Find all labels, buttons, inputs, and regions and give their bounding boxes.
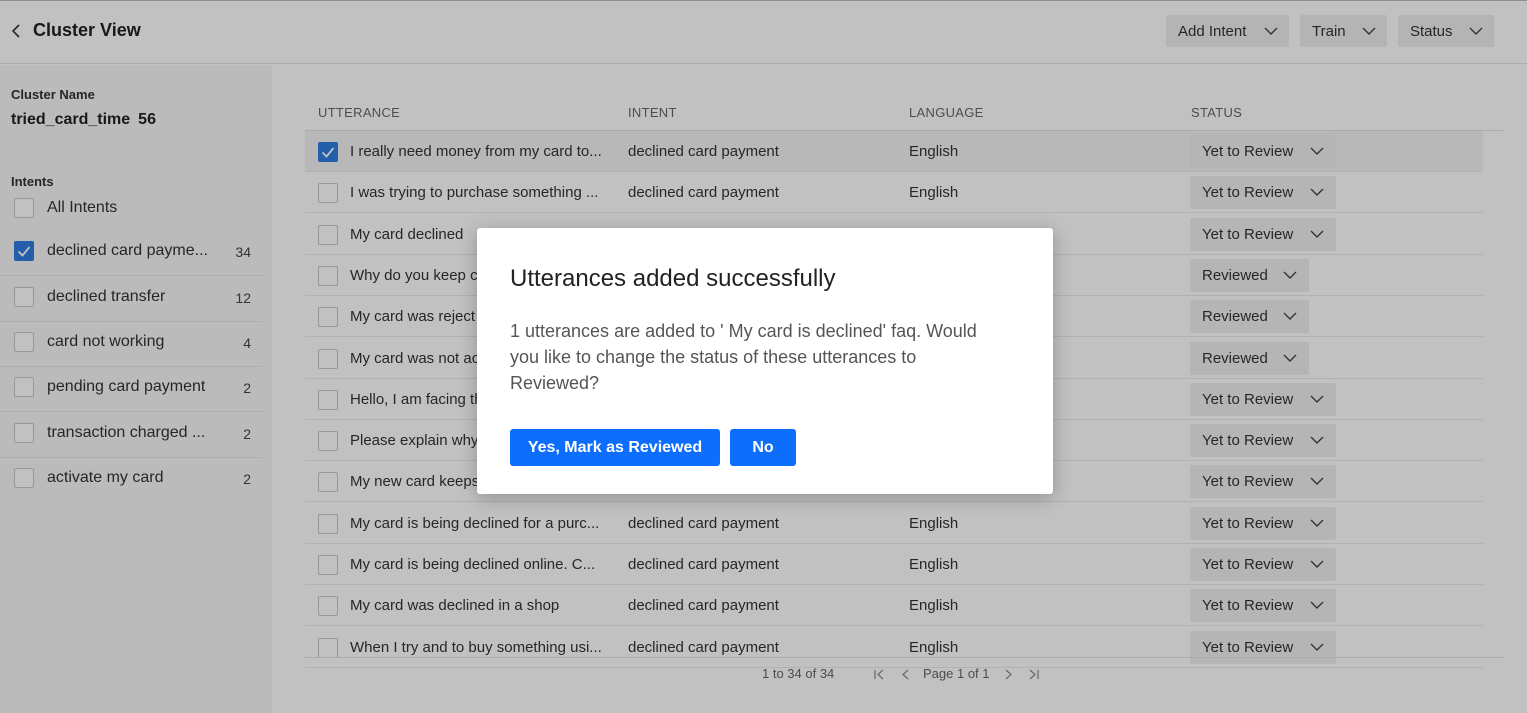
confirmation-dialog: Utterances added successfully 1 utteranc…: [477, 228, 1053, 494]
dialog-title: Utterances added successfully: [510, 265, 836, 292]
no-button[interactable]: No: [730, 429, 796, 466]
mark-as-reviewed-button[interactable]: Yes, Mark as Reviewed: [510, 429, 720, 466]
dialog-message: 1 utterances are added to ' My card is d…: [510, 321, 977, 393]
